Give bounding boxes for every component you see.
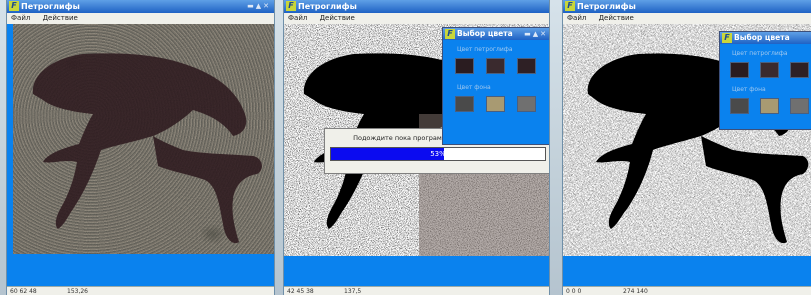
label-figure-color: Цвет петроглифа (732, 50, 788, 57)
window-original: F Петроглифы ▬▲✕ Файл Действие 60 62 48 … (6, 0, 275, 295)
menu-action[interactable]: Действие (599, 14, 634, 22)
status-coordinates: 274 140 (623, 288, 648, 295)
window-result: F Петроглифы Файл Действие F Выбор цвета… (562, 0, 811, 295)
minimize-icon[interactable]: ▬ (524, 30, 533, 38)
result-image: F Выбор цвета Цвет петроглифа Цвет фона (563, 24, 811, 256)
status-coordinates: 137,5 (344, 288, 362, 295)
swatch-bg-3[interactable] (517, 96, 536, 112)
menu-bar: Файл Действие (284, 13, 549, 24)
label-bg-color: Цвет фона (457, 84, 491, 91)
color-picker-window: F Выбор цвета Цвет петроглифа Цвет фона (719, 31, 811, 130)
window-title: Петроглифы (577, 2, 636, 11)
swatch-bg-1[interactable] (455, 96, 474, 112)
status-coordinates: 153,26 (67, 288, 88, 295)
menu-file[interactable]: Файл (288, 14, 307, 22)
title-bar[interactable]: F Петроглифы (284, 0, 549, 13)
swatch-bg-2[interactable] (486, 96, 505, 112)
app-logo-icon: F (445, 29, 455, 39)
swatch-bg-2[interactable] (760, 98, 779, 114)
swatch-figure-2[interactable] (760, 62, 779, 78)
menu-action[interactable]: Действие (43, 14, 78, 22)
window-processing: F Петроглифы Файл Действие Подождите пок… (283, 0, 550, 295)
swatch-figure-1[interactable] (455, 58, 474, 74)
status-bar: 42 45 38 137,5 (284, 286, 549, 295)
window-title: Петроглифы (298, 2, 357, 11)
petroglyph-photo (13, 24, 274, 254)
swatch-figure-3[interactable] (790, 62, 809, 78)
menu-file[interactable]: Файл (567, 14, 586, 22)
binarized-image: Подождите пока программа выполнит операц… (284, 24, 549, 256)
petroglyph-figure (13, 24, 274, 254)
status-color-value: 0 0 0 (566, 288, 582, 295)
status-color-value: 42 45 38 (287, 288, 314, 295)
swatch-bg-3[interactable] (790, 98, 809, 114)
label-bg-color: Цвет фона (732, 86, 766, 93)
minimize-icon[interactable]: ▬ (247, 2, 256, 10)
label-figure-color: Цвет петроглифа (457, 46, 513, 53)
close-icon[interactable]: ✕ (540, 30, 548, 38)
swatch-figure-1[interactable] (730, 62, 749, 78)
color-picker-title: Выбор цвета (734, 33, 790, 42)
window-controls[interactable]: ▬▲✕ (247, 0, 271, 13)
app-logo-icon: F (9, 1, 19, 11)
swatch-figure-3[interactable] (517, 58, 536, 74)
status-bar: 60 62 48 153,26 (7, 286, 274, 295)
progress-bar: 53% (330, 147, 546, 161)
color-picker-titlebar[interactable]: F Выбор цвета ▬▲✕ (443, 28, 549, 40)
window-title: Петроглифы (21, 2, 80, 11)
menu-file[interactable]: Файл (11, 14, 30, 22)
menu-bar: Файл Действие (563, 13, 811, 24)
menu-bar: Файл Действие (7, 13, 274, 24)
color-picker-title: Выбор цвета (457, 29, 513, 38)
swatch-bg-1[interactable] (730, 98, 749, 114)
app-logo-icon: F (286, 1, 296, 11)
color-picker-window: F Выбор цвета ▬▲✕ Цвет петроглифа Цвет ф… (442, 27, 549, 145)
title-bar[interactable]: F Петроглифы (563, 0, 811, 13)
title-bar[interactable]: F Петроглифы ▬▲✕ (7, 0, 274, 13)
app-logo-icon: F (565, 1, 575, 11)
window-controls[interactable]: ▬▲✕ (524, 28, 548, 40)
menu-action[interactable]: Действие (320, 14, 355, 22)
close-icon[interactable]: ✕ (263, 2, 271, 10)
app-logo-icon: F (722, 33, 732, 43)
status-color-value: 60 62 48 (10, 288, 37, 295)
progress-label: 53% (430, 150, 446, 158)
color-picker-titlebar[interactable]: F Выбор цвета (720, 32, 811, 44)
status-bar: 0 0 0 274 140 (563, 286, 811, 295)
swatch-figure-2[interactable] (486, 58, 505, 74)
